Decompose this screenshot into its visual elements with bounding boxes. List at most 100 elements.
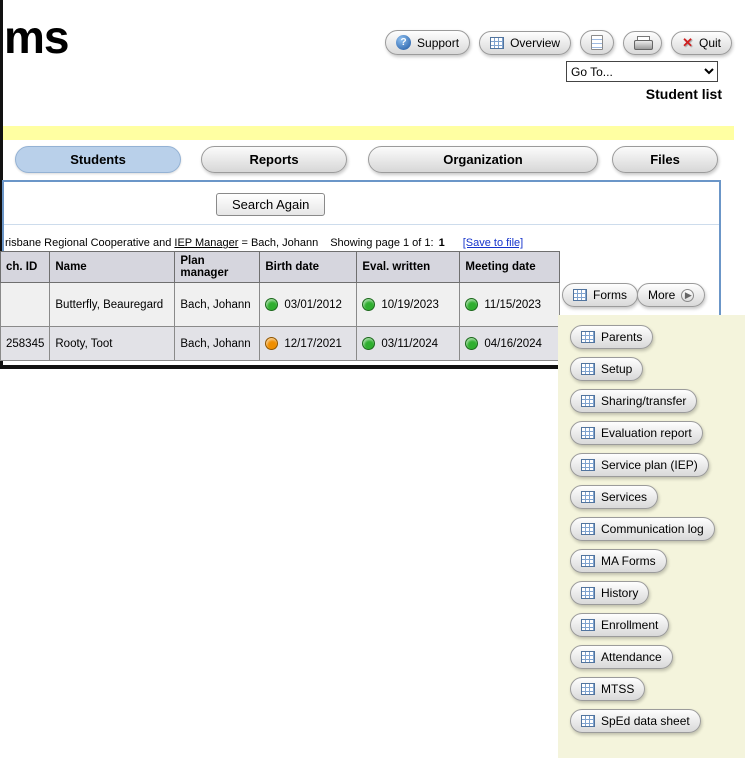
form-icon	[581, 331, 595, 343]
form-icon	[581, 619, 595, 631]
page-title: Student list	[646, 86, 722, 102]
table-row: 258345 Rooty, Toot Bach, Johann 12/17/20…	[1, 327, 560, 361]
more-button[interactable]: More ▶	[637, 283, 705, 307]
menu-item-evaluation-report[interactable]: Evaluation report	[570, 421, 703, 445]
menu-item-enrollment[interactable]: Enrollment	[570, 613, 669, 637]
iep-manager-link[interactable]: IEP Manager	[174, 237, 238, 249]
overview-button[interactable]: Overview	[479, 31, 571, 55]
document-button[interactable]	[580, 30, 614, 55]
eval-written-text: 10/19/2023	[381, 299, 439, 311]
quit-button-label: Quit	[699, 36, 721, 50]
menu-item-label: SpEd data sheet	[601, 714, 690, 728]
menu-item-attendance[interactable]: Attendance	[570, 645, 673, 669]
student-table: ch. ID Name Plan manager Birth date Eval…	[0, 251, 560, 361]
cell-meeting-date: 04/16/2024	[460, 327, 560, 361]
birth-date-text: 03/01/2012	[284, 299, 342, 311]
cell-name: Butterfly, Beauregard	[50, 283, 175, 327]
menu-item-label: Enrollment	[601, 618, 658, 632]
menu-item-label: Setup	[601, 362, 632, 376]
goto-dropdown[interactable]: Go To...	[566, 61, 718, 82]
cell-id: 258345	[1, 327, 50, 361]
form-icon	[581, 555, 595, 567]
menu-item-history[interactable]: History	[570, 581, 649, 605]
printer-icon	[634, 36, 651, 50]
form-icon	[581, 587, 595, 599]
menu-item-label: MA Forms	[601, 554, 656, 568]
filter-prefix: risbane Regional Cooperative and	[5, 237, 174, 249]
status-dot	[265, 298, 278, 311]
support-button-label: Support	[417, 36, 459, 50]
menu-item-label: Services	[601, 490, 647, 504]
table-row: Butterfly, Beauregard Bach, Johann 03/01…	[1, 283, 560, 327]
cell-meeting-date: 11/15/2023	[460, 283, 560, 327]
form-icon	[581, 491, 595, 503]
tab-organization[interactable]: Organization	[368, 146, 598, 173]
tab-reports[interactable]: Reports	[201, 146, 347, 173]
more-button-label: More	[648, 288, 675, 302]
menu-item-label: History	[601, 586, 638, 600]
menu-item-label: Communication log	[601, 522, 704, 536]
menu-item-services[interactable]: Services	[570, 485, 658, 509]
menu-item-mtss[interactable]: MTSS	[570, 677, 645, 701]
menu-item-label: Service plan (IEP)	[601, 458, 698, 472]
form-icon	[581, 363, 595, 375]
forms-menu: Parents Setup Sharing/transfer Evaluatio…	[558, 315, 745, 758]
column-header-meeting-date: Meeting date	[460, 252, 560, 283]
column-header-name: Name	[50, 252, 175, 283]
highlight-bar	[3, 126, 734, 140]
form-icon	[573, 289, 587, 301]
table-icon	[490, 37, 504, 49]
cell-birth-date: 03/01/2012	[260, 283, 357, 327]
cell-eval-written: 03/11/2024	[357, 327, 460, 361]
overview-button-label: Overview	[510, 36, 560, 50]
column-header-id: ch. ID	[1, 252, 50, 283]
menu-item-label: Parents	[601, 330, 642, 344]
support-button[interactable]: ? Support	[385, 30, 470, 55]
menu-item-setup[interactable]: Setup	[570, 357, 643, 381]
menu-item-ma-forms[interactable]: MA Forms	[570, 549, 667, 573]
menu-item-label: Sharing/transfer	[601, 394, 686, 408]
app-title-fragment: ms	[4, 10, 68, 64]
chevron-right-icon: ▶	[681, 289, 694, 302]
search-again-button[interactable]: Search Again	[216, 193, 325, 216]
save-to-file-link[interactable]: [Save to file]	[463, 237, 524, 249]
document-icon	[591, 35, 603, 50]
menu-item-label: MTSS	[601, 682, 634, 696]
form-icon	[581, 427, 595, 439]
cell-id	[1, 283, 50, 327]
menu-item-parents[interactable]: Parents	[570, 325, 653, 349]
menu-item-service-plan-iep[interactable]: Service plan (IEP)	[570, 453, 709, 477]
cell-name: Rooty, Toot	[50, 327, 175, 361]
meeting-date-text: 04/16/2024	[484, 338, 542, 350]
menu-item-communication-log[interactable]: Communication log	[570, 517, 715, 541]
status-dot	[362, 337, 375, 350]
cell-plan-manager: Bach, Johann	[175, 327, 260, 361]
form-icon	[581, 395, 595, 407]
birth-date-text: 12/17/2021	[284, 338, 342, 350]
tab-students[interactable]: Students	[15, 146, 181, 173]
search-strip	[4, 182, 719, 225]
tab-files[interactable]: Files	[612, 146, 718, 173]
menu-item-sped-data-sheet[interactable]: SpEd data sheet	[570, 709, 701, 733]
menu-item-label: Evaluation report	[601, 426, 692, 440]
menu-item-sharing-transfer[interactable]: Sharing/transfer	[570, 389, 697, 413]
column-header-plan-manager: Plan manager	[175, 252, 260, 283]
form-icon	[581, 683, 595, 695]
eval-written-text: 03/11/2024	[381, 338, 438, 350]
cell-plan-manager: Bach, Johann	[175, 283, 260, 327]
forms-button[interactable]: Forms	[562, 283, 638, 307]
menu-item-label: Attendance	[601, 650, 662, 664]
table-header-row: ch. ID Name Plan manager Birth date Eval…	[1, 252, 560, 283]
form-icon	[581, 651, 595, 663]
form-icon	[581, 459, 595, 471]
status-dot	[362, 298, 375, 311]
status-dot	[465, 298, 478, 311]
form-icon	[581, 523, 595, 535]
status-dot	[265, 337, 278, 350]
status-dot	[465, 337, 478, 350]
cell-eval-written: 10/19/2023	[357, 283, 460, 327]
form-icon	[581, 715, 595, 727]
print-button[interactable]	[623, 31, 662, 55]
filter-criteria: = Bach, Johann	[238, 237, 318, 249]
quit-button[interactable]: ✕ Quit	[671, 31, 732, 55]
